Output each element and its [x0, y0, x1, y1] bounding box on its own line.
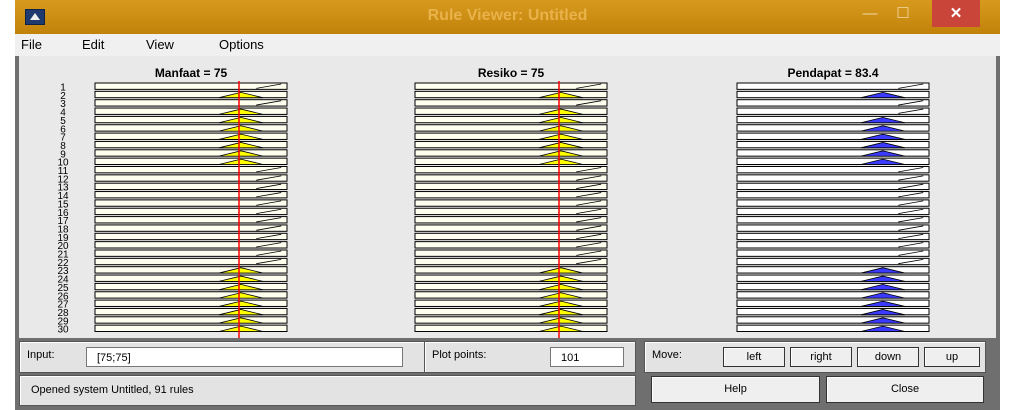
rule-number: 30 — [57, 325, 69, 336]
help-button[interactable]: Help — [651, 376, 820, 403]
input-field[interactable]: [75;75] — [86, 347, 403, 367]
plot-points-field[interactable]: 101 — [550, 347, 624, 367]
menu-file[interactable]: File — [21, 37, 42, 52]
move-left-button[interactable]: left — [723, 347, 785, 367]
move-label: Move: — [652, 349, 682, 361]
column-title: Resiko = 75 — [478, 66, 545, 80]
close-window-button[interactable]: ✕ — [932, 0, 980, 27]
control-panel: Input: [75;75] Plot points: 101 Move: le… — [15, 338, 1000, 410]
rule-plots[interactable]: 1234567891011121314151617181920212223242… — [19, 56, 996, 338]
status-bar: Opened system Untitled, 91 rules — [19, 375, 636, 406]
menu-edit[interactable]: Edit — [82, 37, 104, 52]
input-group: Input: [75;75] — [19, 341, 426, 373]
input-label: Input: — [27, 349, 55, 361]
plot-points-label: Plot points: — [432, 349, 487, 361]
minimize-button[interactable]: — — [855, 0, 885, 27]
rule-viewer-window: Rule Viewer: Untitled — ☐ ✕ File Edit Vi… — [15, 0, 1000, 410]
maximize-button[interactable]: ☐ — [888, 0, 918, 27]
close-button[interactable]: Close — [826, 376, 984, 403]
move-up-button[interactable]: up — [924, 347, 980, 367]
menu-bar: File Edit View Options — [15, 34, 1000, 56]
rule-plot-area: 1 2 3 4 5 6 7 8 9 10 11 12 13 14 15 16 17 18 19 20 21 22 23 24 2… — [19, 56, 996, 338]
status-text: Opened system Untitled, 91 rules — [31, 384, 194, 396]
move-down-button[interactable]: down — [857, 347, 919, 367]
title-bar[interactable]: Rule Viewer: Untitled — ☐ ✕ — [15, 0, 1000, 34]
menu-options[interactable]: Options — [219, 37, 264, 52]
move-right-button[interactable]: right — [790, 347, 852, 367]
column-title: Pendapat = 83.4 — [787, 66, 878, 80]
menu-view[interactable]: View — [146, 37, 174, 52]
plot-points-group: Plot points: 101 — [424, 341, 636, 373]
move-group: Move: left right down up — [644, 341, 986, 373]
window-title: Rule Viewer: Untitled — [427, 7, 588, 24]
column-title: Manfaat = 75 — [155, 66, 228, 80]
